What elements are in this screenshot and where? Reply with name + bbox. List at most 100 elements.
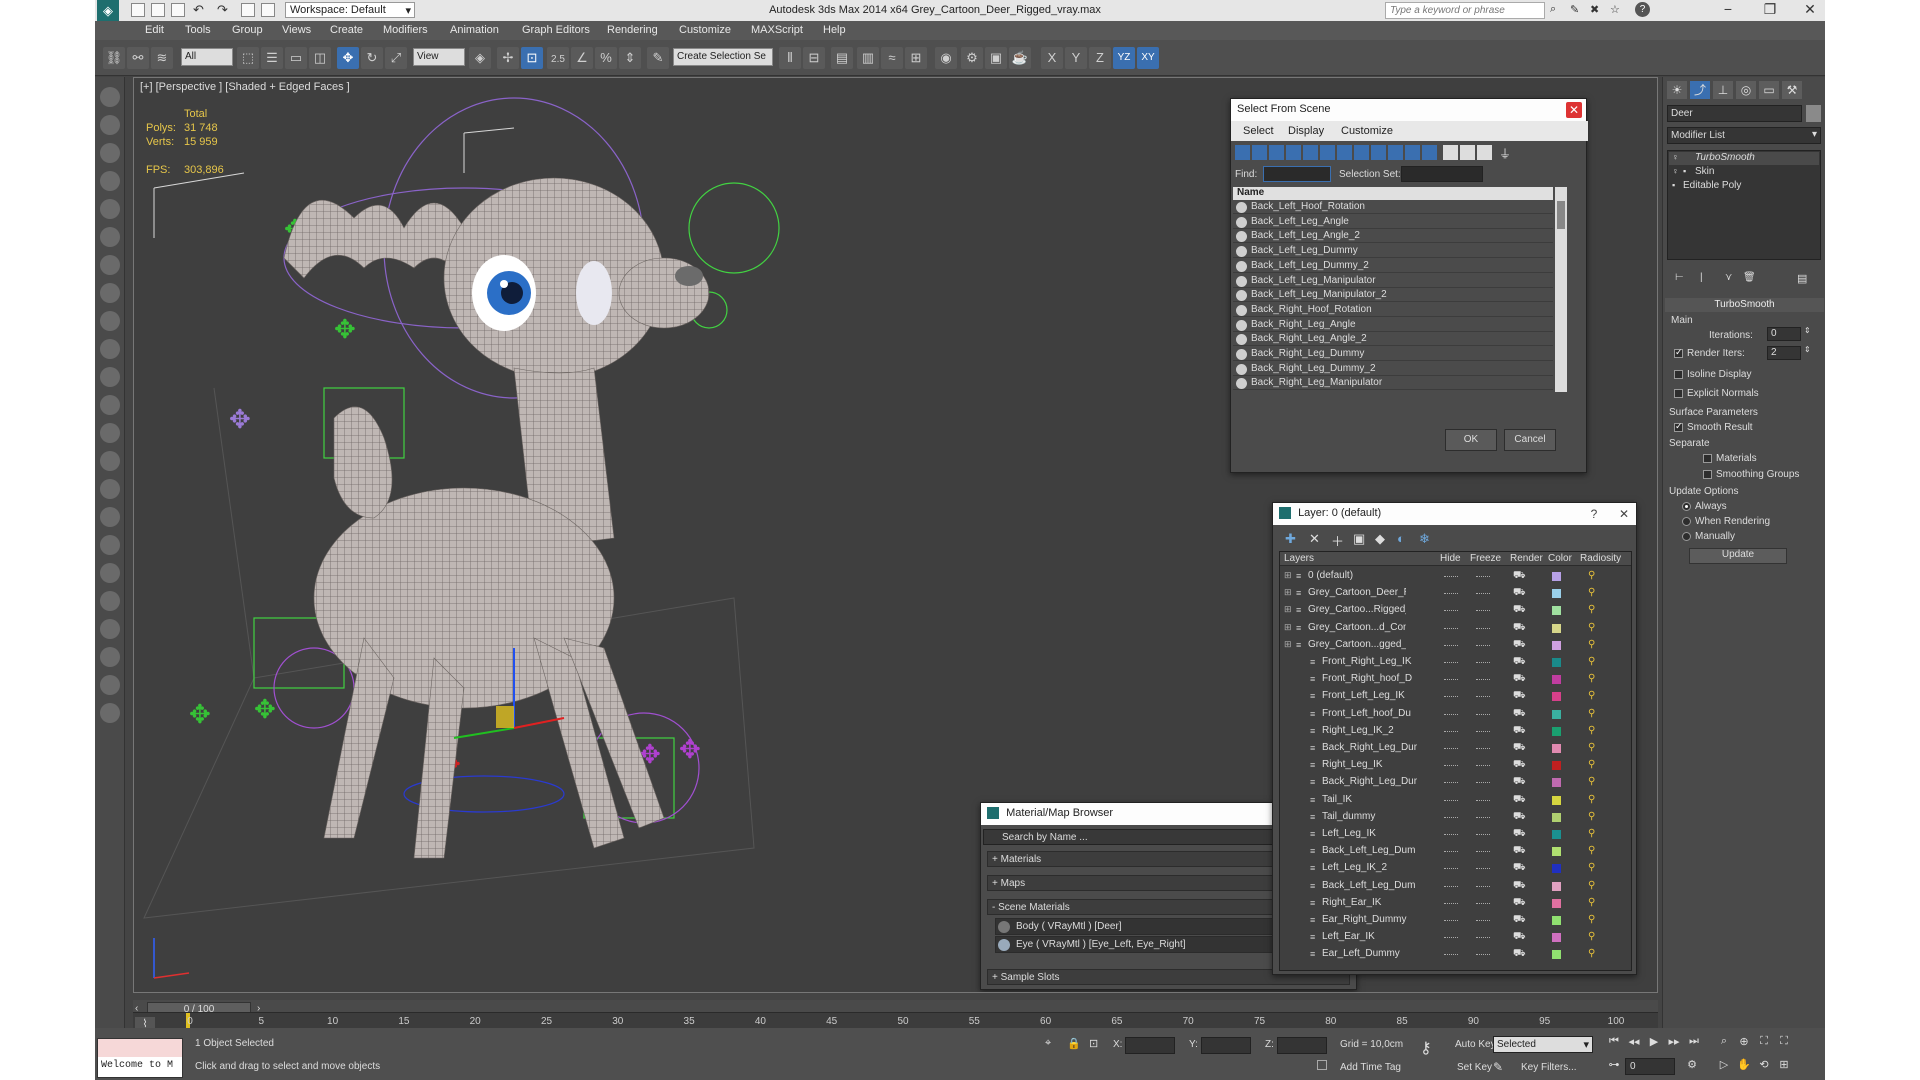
layer-row[interactable]: ≡ Front_Right_Leg_IK ⛟ ⚲ (1280, 654, 1632, 671)
object-list-item[interactable]: Back_Left_Leg_Angle_2 (1233, 229, 1553, 244)
render-toggle-icon[interactable]: ⛟ (1513, 914, 1526, 927)
freeze-all-icon[interactable]: ❄ (1419, 531, 1430, 547)
select-dialog-titlebar[interactable]: Select From Scene ✕ (1231, 99, 1586, 121)
key-filters-button[interactable]: Key Filters... (1521, 1062, 1577, 1073)
ribbon-tool-icon[interactable] (100, 115, 120, 135)
radiosity-icon[interactable]: ⚲ (1588, 587, 1598, 599)
communication-icon[interactable]: ✖ (1590, 3, 1599, 16)
go-to-start-icon[interactable]: ⏮ (1605, 1035, 1623, 1051)
remove-modifier-icon[interactable]: 🗑 (1743, 272, 1756, 283)
freeze-toggle[interactable] (1476, 748, 1490, 749)
render-toggle-icon[interactable]: ⛟ (1513, 931, 1526, 944)
open-file-icon[interactable] (151, 3, 165, 17)
always-radio[interactable] (1682, 502, 1691, 511)
menu-views[interactable]: Views (282, 24, 311, 36)
hide-toggle[interactable] (1444, 748, 1458, 749)
current-frame-field[interactable]: 0 (1625, 1058, 1675, 1075)
layers-column[interactable]: Layers (1284, 553, 1314, 564)
hide-toggle[interactable] (1444, 662, 1458, 663)
ribbon-tool-icon[interactable] (100, 703, 120, 723)
hide-toggle[interactable] (1444, 799, 1458, 801)
render-toggle-icon[interactable]: ⛟ (1513, 845, 1526, 858)
edit-named-sel-icon[interactable]: ✎ (647, 47, 669, 69)
select-menu-customize[interactable]: Customize (1341, 125, 1393, 137)
selection-lock-icon[interactable]: ⌖ (1045, 1037, 1051, 1050)
hide-toggle[interactable] (1444, 834, 1458, 835)
axis-xy-button[interactable]: XY (1137, 47, 1159, 69)
isoline-checkbox[interactable] (1674, 370, 1683, 379)
freeze-toggle[interactable] (1476, 920, 1490, 921)
selection-set-dropdown[interactable] (1401, 166, 1483, 182)
keyboard-shortcut-icon[interactable]: ⊡ (521, 47, 543, 69)
filter-hidden-icon[interactable] (1422, 145, 1437, 160)
freeze-toggle[interactable] (1476, 868, 1490, 870)
menu-group[interactable]: Group (232, 24, 263, 36)
maximize-viewport-icon[interactable]: ⊞ (1775, 1058, 1793, 1074)
undo-icon[interactable]: ↶ (193, 2, 204, 18)
layer-row[interactable]: ≡ Back_Left_Leg_Dum ⛟ ⚲ (1280, 878, 1632, 895)
select-menu-select[interactable]: Select (1243, 125, 1274, 137)
display-none-icon[interactable] (1460, 145, 1475, 160)
render-toggle-icon[interactable]: ⛟ (1513, 880, 1526, 893)
object-list-item[interactable]: Back_Right_Leg_Angle (1233, 318, 1553, 332)
stack-item-skin[interactable]: ♀ ▪ Skin (1669, 166, 1819, 179)
radiosity-icon[interactable]: ⚲ (1588, 828, 1598, 840)
freeze-toggle[interactable] (1476, 576, 1490, 577)
search-input[interactable]: Type a keyword or phrase (1385, 2, 1545, 19)
hide-toggle[interactable] (1444, 782, 1458, 784)
axis-yz-button[interactable]: YZ (1113, 47, 1135, 69)
turbosmooth-rollout-header[interactable]: TurboSmooth (1665, 298, 1824, 312)
filter-helpers-icon[interactable] (1303, 145, 1318, 160)
hide-toggle[interactable] (1444, 920, 1458, 921)
ribbon-tool-icon[interactable] (100, 563, 120, 583)
add-time-tag[interactable]: Add Time Tag (1340, 1062, 1401, 1073)
freeze-toggle[interactable] (1476, 730, 1490, 732)
filter-shapes-icon[interactable] (1252, 145, 1267, 160)
freeze-toggle[interactable] (1476, 885, 1490, 887)
show-end-result-icon[interactable]: | (1700, 272, 1703, 283)
freeze-toggle[interactable] (1476, 851, 1490, 853)
zoom-extents-all-icon[interactable]: ⛶ (1775, 1035, 1793, 1051)
layer-color-swatch[interactable] (1552, 640, 1561, 650)
expand-icon[interactable]: ⊞ (1284, 622, 1292, 633)
orbit-icon[interactable]: ⟲ (1755, 1058, 1773, 1074)
manually-radio[interactable] (1682, 532, 1691, 541)
mirror-icon[interactable]: ⫴ (779, 47, 801, 69)
radiosity-icon[interactable]: ⚲ (1588, 708, 1598, 720)
ribbon-tool-icon[interactable] (100, 255, 120, 275)
move-icon[interactable]: ✥ (337, 47, 359, 69)
layer-color-swatch[interactable] (1552, 778, 1561, 788)
ribbon-tool-icon[interactable] (100, 367, 120, 387)
configure-sets-icon[interactable]: ▤ (1797, 272, 1807, 285)
radiosity-icon[interactable]: ⚲ (1588, 948, 1598, 960)
rotate-icon[interactable]: ↻ (361, 47, 383, 69)
play-icon[interactable]: ▶ (1645, 1035, 1663, 1051)
layer-row[interactable]: ≡ Front_Left_hoof_Du ⛟ ⚲ (1280, 706, 1632, 723)
render-toggle-icon[interactable]: ⛟ (1513, 690, 1526, 703)
layer-row[interactable]: ≡ Right_Ear_IK ⛟ ⚲ (1280, 895, 1632, 912)
smoothing-groups-checkbox[interactable] (1703, 470, 1712, 479)
render-toggle-icon[interactable]: ⛟ (1513, 656, 1526, 669)
select-in-layer-icon[interactable]: ▣ (1353, 531, 1365, 547)
display-all-icon[interactable] (1443, 145, 1458, 160)
modifier-list-dropdown[interactable]: Modifier List ▾ (1667, 127, 1821, 144)
object-list-item[interactable]: Back_Right_Leg_Angle_2 (1233, 332, 1553, 347)
fov-icon[interactable]: ▷ (1715, 1058, 1733, 1074)
radiosity-icon[interactable]: ⚲ (1588, 742, 1598, 754)
render-iters-checkbox[interactable] (1674, 347, 1683, 358)
percent-snap-icon[interactable]: % (595, 47, 617, 69)
motion-tab-icon[interactable]: ◎ (1736, 81, 1756, 99)
when-rendering-radio[interactable] (1682, 517, 1691, 526)
freeze-toggle[interactable] (1476, 765, 1490, 767)
update-button[interactable]: Update (1689, 548, 1787, 564)
layer-row[interactable]: ≡ Ear_Left_Dummy ⛟ ⚲ (1280, 946, 1632, 963)
stack-item-editable-poly[interactable]: ▪ Editable Poly (1669, 180, 1819, 193)
filter-groups-icon[interactable] (1337, 145, 1352, 160)
utilities-tab-icon[interactable]: ⚒ (1782, 81, 1802, 99)
object-list-item[interactable]: Back_Left_Leg_Dummy_2 (1233, 259, 1553, 273)
select-menu-display[interactable]: Display (1288, 125, 1324, 137)
freeze-toggle[interactable] (1476, 954, 1490, 956)
spinner-arrows-icon[interactable]: ⇕ (1804, 326, 1811, 335)
radiosity-icon[interactable]: ⚲ (1588, 759, 1598, 771)
radiosity-icon[interactable]: ⚲ (1588, 690, 1598, 702)
